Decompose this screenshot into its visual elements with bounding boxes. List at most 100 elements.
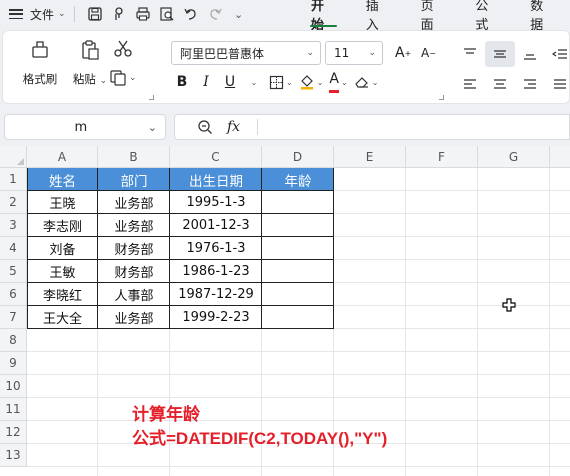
column-header-b[interactable]: B xyxy=(98,146,170,168)
tab-page[interactable]: 页面 xyxy=(406,0,461,33)
bold-button[interactable]: B xyxy=(171,70,193,94)
decrease-indent-button[interactable] xyxy=(545,41,570,67)
align-center-button[interactable] xyxy=(485,71,515,97)
column-header-overflow[interactable] xyxy=(550,146,570,168)
table-header-cell[interactable]: 部门 xyxy=(98,168,170,191)
row-header-4[interactable]: 4 xyxy=(0,237,27,260)
table-cell[interactable]: 李晓红 xyxy=(27,283,98,306)
clipboard-dialog-launcher[interactable] xyxy=(149,95,154,100)
more-text-effects-button[interactable]: ⌄ xyxy=(243,70,265,94)
indent-icon xyxy=(552,49,567,59)
column-header-c[interactable]: C xyxy=(170,146,262,168)
align-right-button[interactable] xyxy=(515,71,545,97)
font-size-select[interactable]: 11 ⌄ xyxy=(325,41,383,65)
align-top-button[interactable] xyxy=(455,41,485,67)
table-cell[interactable]: 刘备 xyxy=(27,237,98,260)
redo-icon[interactable] xyxy=(203,4,227,24)
column-header-g[interactable]: G xyxy=(478,146,550,168)
table-cell[interactable]: 人事部 xyxy=(98,283,170,306)
row-header-3[interactable]: 3 xyxy=(0,214,27,237)
font-name-select[interactable]: 阿里巴巴普惠体 ⌄ xyxy=(171,41,321,65)
select-all-corner[interactable] xyxy=(0,146,27,168)
file-menu[interactable]: 文件 ⌄ xyxy=(30,6,66,23)
formula-input[interactable]: fx xyxy=(174,114,570,140)
font-name-value: 阿里巴巴普惠体 xyxy=(180,46,265,61)
row-header-12[interactable]: 12 xyxy=(0,421,27,444)
row-header-7[interactable]: 7 xyxy=(0,306,27,329)
save-icon[interactable] xyxy=(83,4,107,24)
spreadsheet-grid[interactable]: A B C D E F G 1 2 3 4 5 6 7 8 9 10 11 12 13 姓名 部门 出生日期 年龄 王晓 业务部 1… xyxy=(0,146,570,476)
table-cell[interactable] xyxy=(262,306,334,329)
undo-icon[interactable] xyxy=(179,4,203,24)
table-cell[interactable]: 1995-1-3 xyxy=(170,191,262,214)
print-icon[interactable] xyxy=(131,4,155,24)
table-cell[interactable]: 王敏 xyxy=(27,260,98,283)
table-header-cell[interactable]: 出生日期 xyxy=(170,168,262,191)
hamburger-menu-icon[interactable] xyxy=(8,6,24,22)
clear-format-button[interactable]: ⌄ xyxy=(352,70,381,94)
more-chevron-icon[interactable]: ⌄ xyxy=(227,4,251,24)
table-cell[interactable] xyxy=(262,283,334,306)
column-header-e[interactable]: E xyxy=(334,146,406,168)
column-header-f[interactable]: F xyxy=(406,146,478,168)
align-bottom-button[interactable] xyxy=(515,41,545,67)
underline-button[interactable]: U xyxy=(219,70,241,94)
tab-insert[interactable]: 插入 xyxy=(351,0,406,33)
share-icon[interactable] xyxy=(107,4,131,24)
align-right-icon xyxy=(524,79,536,89)
table-cell[interactable]: 业务部 xyxy=(98,306,170,329)
format-painter-button[interactable]: 格式刷 xyxy=(17,39,63,87)
table-cell[interactable]: 王大全 xyxy=(27,306,98,329)
table-cell[interactable] xyxy=(262,237,334,260)
row-header-9[interactable]: 9 xyxy=(0,352,27,375)
row-header-13[interactable]: 13 xyxy=(0,444,27,467)
decrease-font-size-button[interactable]: A − xyxy=(421,41,436,65)
table-cell[interactable]: 1986-1-23 xyxy=(170,260,262,283)
zoom-icon[interactable] xyxy=(197,119,213,135)
table-cell[interactable]: 财务部 xyxy=(98,260,170,283)
table-cell[interactable]: 业务部 xyxy=(98,214,170,237)
table-cell[interactable] xyxy=(262,214,334,237)
table-header-cell[interactable]: 年龄 xyxy=(262,168,334,191)
row-header-11[interactable]: 11 xyxy=(0,398,27,421)
print-preview-icon[interactable] xyxy=(155,4,179,24)
row-header-1[interactable]: 1 xyxy=(0,168,27,191)
table-cell[interactable]: 业务部 xyxy=(98,191,170,214)
ribbon: 格式刷 粘贴 ⌄ ⌄ 阿里巴巴普惠体 ⌄ 11 ⌄ A + A − B I U ⌄ … xyxy=(2,30,570,104)
font-dialog-launcher[interactable] xyxy=(439,95,444,100)
cut-button[interactable] xyxy=(103,39,143,59)
table-cell[interactable]: 1999-2-23 xyxy=(170,306,262,329)
font-color-button[interactable]: A ⌄ xyxy=(327,70,349,94)
table-cell[interactable]: 王晓 xyxy=(27,191,98,214)
tab-formulas[interactable]: 公式 xyxy=(460,0,515,33)
copy-button[interactable]: ⌄ xyxy=(109,69,149,87)
tab-data[interactable]: 数据 xyxy=(515,0,570,33)
justify-button[interactable] xyxy=(545,71,570,97)
align-left-button[interactable] xyxy=(455,71,485,97)
row-header-5[interactable]: 5 xyxy=(0,260,27,283)
row-header-6[interactable]: 6 xyxy=(0,283,27,306)
table-cell[interactable]: 1976-1-3 xyxy=(170,237,262,260)
gridline xyxy=(549,168,550,476)
column-header-d[interactable]: D xyxy=(262,146,334,168)
table-cell[interactable]: 1987-12-29 xyxy=(170,283,262,306)
column-header-a[interactable]: A xyxy=(27,146,98,168)
table-cell[interactable]: 2001-12-3 xyxy=(170,214,262,237)
italic-button[interactable]: I xyxy=(195,70,217,94)
table-header-cell[interactable]: 姓名 xyxy=(27,168,98,191)
borders-button[interactable]: ⌄ xyxy=(267,70,295,94)
table-cell[interactable]: 李志刚 xyxy=(27,214,98,237)
borders-icon xyxy=(269,75,284,89)
name-box[interactable]: m ⌄ xyxy=(4,114,166,140)
align-middle-button[interactable] xyxy=(485,41,515,67)
row-header-2[interactable]: 2 xyxy=(0,191,27,214)
table-cell[interactable]: 财务部 xyxy=(98,237,170,260)
row-header-8[interactable]: 8 xyxy=(0,329,27,352)
fx-icon[interactable]: fx xyxy=(227,119,240,135)
row-header-10[interactable]: 10 xyxy=(0,375,27,398)
tab-home[interactable]: 开始 xyxy=(296,0,351,33)
table-cell[interactable] xyxy=(262,260,334,283)
table-cell[interactable] xyxy=(262,191,334,214)
increase-font-size-button[interactable]: A + xyxy=(395,41,411,65)
fill-color-button[interactable]: ⌄ xyxy=(297,70,326,94)
